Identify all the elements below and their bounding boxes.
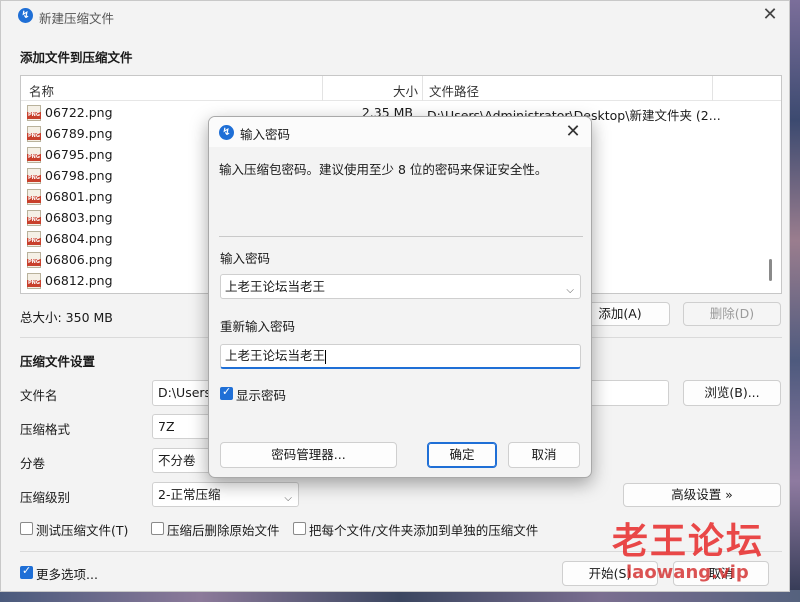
watermark-logo: 老王论坛 [612,521,765,562]
window-titlebar: ↯ 新建压缩文件 ✕ [1,1,789,31]
file-name: 06812.png [45,273,113,288]
png-file-icon [27,105,41,121]
more-options-checkbox[interactable] [20,564,33,579]
window-title: 新建压缩文件 [39,11,115,26]
split-value: 不分卷 [158,453,196,468]
scrollbar-thumb[interactable] [769,259,772,281]
file-name: 06722.png [45,105,113,120]
format-value: 7Z [158,419,175,434]
separate-archives-label[interactable]: 把每个文件/文件夹添加到单独的压缩文件 [309,520,538,539]
separate-archives-checkbox[interactable] [293,522,306,535]
show-password-label[interactable]: 显示密码 [236,385,286,404]
password-value: 上老王论坛当老王 [225,279,326,294]
png-file-icon [27,273,41,289]
file-name: 06795.png [45,147,113,162]
file-name: 06801.png [45,189,113,204]
filename-label: 文件名 [20,388,58,403]
column-size[interactable]: 大小 [393,81,418,100]
file-name: 06789.png [45,126,113,141]
format-label: 压缩格式 [20,422,71,437]
file-name: 06798.png [45,168,113,183]
add-files-heading: 添加文件到压缩文件 [20,50,133,65]
dialog-title: 输入密码 [240,127,291,142]
confirm-password-value: 上老王论坛当老王 [225,348,326,363]
password-input[interactable]: 上老王论坛当老王 ⌵ [220,274,581,299]
password-label: 输入密码 [220,251,271,266]
column-path[interactable]: 文件路径 [429,81,479,100]
png-file-icon [27,210,41,226]
password-dialog: ↯ 输入密码 ✕ 输入压缩包密码。建议使用至少 8 位的密码来保证安全性。 输入… [208,116,592,478]
close-icon[interactable]: ✕ [759,5,781,27]
confirm-password-input[interactable]: 上老王论坛当老王 [220,344,581,369]
dialog-description: 输入压缩包密码。建议使用至少 8 位的密码来保证安全性。 [219,162,548,177]
delete-button[interactable]: 删除(D) [683,302,781,326]
delete-original-label[interactable]: 压缩后删除原始文件 [167,520,280,539]
password-manager-button[interactable]: 密码管理器... [220,442,397,468]
chevron-down-icon: ⌵ [284,493,292,504]
dialog-divider [219,236,583,237]
split-label: 分卷 [20,456,46,471]
png-file-icon [27,252,41,268]
settings-heading: 压缩文件设置 [20,354,96,369]
show-password-checkbox[interactable] [220,385,233,400]
level-label: 压缩级别 [20,490,71,505]
advanced-settings-button[interactable]: 高级设置 » [623,483,781,507]
level-value: 2-正常压缩 [158,487,221,502]
png-file-icon [27,189,41,205]
file-name: 06803.png [45,210,113,225]
close-icon[interactable]: ✕ [563,121,583,142]
level-select[interactable]: 2-正常压缩 ⌵ [152,482,299,507]
dialog-titlebar: ↯ 输入密码 ✕ [209,117,591,147]
confirm-password-label: 重新输入密码 [220,319,296,334]
browse-button[interactable]: 浏览(B)... [683,380,781,406]
chevron-down-icon[interactable]: ⌵ [566,279,574,302]
total-size: 总大小: 350 MB [20,310,113,325]
file-name: 06806.png [45,252,113,267]
app-icon: ↯ [219,125,234,140]
watermark-url: laowang.vip [626,562,749,583]
more-options-label[interactable]: 更多选项... [36,564,98,583]
app-icon: ↯ [18,8,33,23]
column-name[interactable]: 名称 [29,81,54,100]
png-file-icon [27,126,41,142]
ok-button[interactable]: 确定 [427,442,497,468]
png-file-icon [27,147,41,163]
test-archive-checkbox[interactable] [20,522,33,535]
test-archive-label[interactable]: 测试压缩文件(T) [36,520,128,539]
file-list-header: 名称 大小 文件路径 [21,76,781,101]
png-file-icon [27,168,41,184]
delete-original-checkbox[interactable] [151,522,164,535]
png-file-icon [27,231,41,247]
file-name: 06804.png [45,231,113,246]
dialog-cancel-button[interactable]: 取消 [508,442,580,468]
